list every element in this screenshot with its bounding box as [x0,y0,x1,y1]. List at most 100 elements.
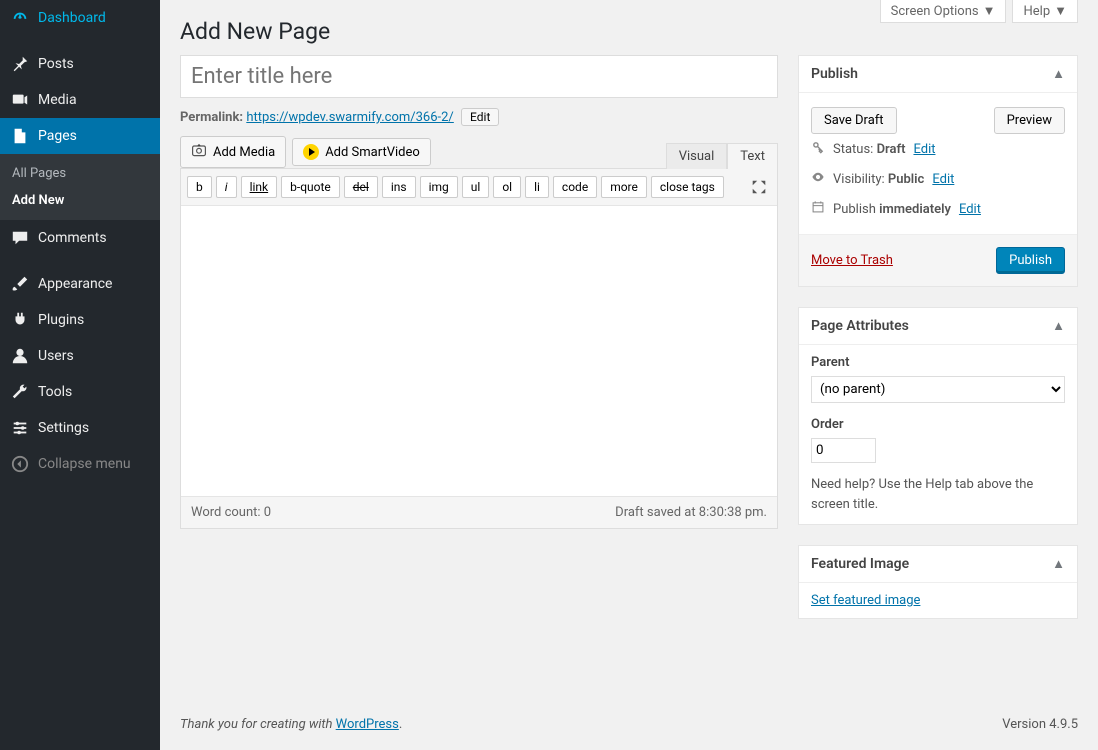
chevron-down-icon: ▼ [1054,4,1067,19]
admin-sidebar: Dashboard Posts Media Pages All Pages Ad… [0,0,160,750]
menu-users[interactable]: Users [0,338,160,374]
order-label: Order [811,417,1065,432]
toggle-panel-icon[interactable]: ▲ [1052,556,1065,572]
menu-settings[interactable]: Settings [0,410,160,446]
qt-closetags[interactable]: close tags [651,176,724,198]
edit-schedule-link[interactable]: Edit [959,202,981,217]
play-icon [303,144,319,160]
schedule-label: Publish immediately [833,202,951,217]
menu-comments[interactable]: Comments [0,220,160,256]
featured-title: Featured Image [811,556,909,572]
set-featured-image-link[interactable]: Set featured image [811,593,920,608]
screen-options-button[interactable]: Screen Options▼ [880,0,1007,23]
edit-status-link[interactable]: Edit [913,142,935,157]
publish-box: Publish ▲ Save Draft Preview Status: Dra… [798,55,1078,287]
menu-label: Posts [38,56,74,72]
wrench-icon [10,382,30,402]
status-label: Status: Draft [833,142,905,157]
save-notice: Draft saved at 8:30:38 pm. [615,505,767,520]
menu-plugins[interactable]: Plugins [0,302,160,338]
admin-footer: Thank you for creating with WordPress. V… [160,699,1098,750]
menu-label: Comments [38,230,107,246]
camera-icon [191,142,207,162]
pages-icon [10,126,30,146]
user-icon [10,346,30,366]
help-text: Need help? Use the Help tab above the sc… [811,475,1065,514]
collapse-icon [10,454,30,474]
text-tab[interactable]: Text [727,143,778,169]
parent-select[interactable]: (no parent) [811,376,1065,403]
collapse-label: Collapse menu [38,456,131,472]
collapse-menu[interactable]: Collapse menu [0,446,160,482]
qt-link[interactable]: link [241,176,278,198]
submenu-add-new[interactable]: Add New [0,187,160,214]
menu-media[interactable]: Media [0,82,160,118]
visual-tab[interactable]: Visual [666,143,728,169]
preview-button[interactable]: Preview [994,107,1065,134]
parent-label: Parent [811,355,1065,370]
add-smartvideo-button[interactable]: Add SmartVideo [292,138,431,166]
quicktags-toolbar: b i link b-quote del ins img ul ol li co… [181,169,777,206]
fullscreen-icon[interactable] [747,175,771,199]
qt-code[interactable]: code [553,176,597,198]
eye-icon [811,170,825,188]
order-input[interactable] [811,438,876,463]
toggle-panel-icon[interactable]: ▲ [1052,318,1065,334]
publish-title: Publish [811,66,858,82]
attributes-title: Page Attributes [811,318,909,334]
qt-italic[interactable]: i [216,176,237,198]
dashboard-icon [10,8,30,28]
menu-label: Media [38,92,77,108]
qt-ul[interactable]: ul [462,176,490,198]
pin-icon [10,54,30,74]
featured-image-box: Featured Image ▲ Set featured image [798,545,1078,619]
menu-label: Appearance [38,276,112,292]
qt-li[interactable]: li [525,176,549,198]
edit-visibility-link[interactable]: Edit [932,172,954,187]
word-count: Word count: 0 [191,505,271,520]
qt-more[interactable]: more [601,176,647,198]
save-draft-button[interactable]: Save Draft [811,107,897,134]
move-to-trash-link[interactable]: Move to Trash [811,253,893,268]
toggle-panel-icon[interactable]: ▲ [1052,66,1065,82]
qt-img[interactable]: img [420,176,458,198]
wordpress-link[interactable]: WordPress [336,717,399,732]
chevron-down-icon: ▼ [983,4,996,19]
calendar-icon [811,200,825,218]
title-input[interactable] [180,55,778,98]
menu-label: Settings [38,420,89,436]
permalink-label: Permalink: [180,110,243,125]
qt-bold[interactable]: b [187,176,212,198]
menu-tools[interactable]: Tools [0,374,160,410]
menu-label: Tools [38,384,72,400]
publish-button[interactable]: Publish [996,247,1065,274]
plug-icon [10,310,30,330]
menu-label: Pages [38,128,77,144]
qt-ins[interactable]: ins [382,176,416,198]
page-attributes-box: Page Attributes ▲ Parent (no parent) Ord… [798,307,1078,525]
menu-dashboard[interactable]: Dashboard [0,0,160,36]
visibility-label: Visibility: Public [833,172,924,187]
permalink-row: Permalink: https://wpdev.swarmify.com/36… [180,98,778,136]
version-text: Version 4.9.5 [1002,717,1078,732]
key-icon [811,140,825,158]
comments-icon [10,228,30,248]
qt-del[interactable]: del [344,176,378,198]
menu-pages[interactable]: Pages [0,118,160,154]
edit-permalink-button[interactable]: Edit [461,108,499,126]
submenu-all-pages[interactable]: All Pages [0,160,160,187]
menu-appearance[interactable]: Appearance [0,266,160,302]
qt-bquote[interactable]: b-quote [281,176,340,198]
menu-label: Dashboard [38,10,106,26]
sliders-icon [10,418,30,438]
media-icon [10,90,30,110]
qt-ol[interactable]: ol [493,176,521,198]
content-editor[interactable] [181,206,777,496]
menu-posts[interactable]: Posts [0,46,160,82]
brush-icon [10,274,30,294]
help-button[interactable]: Help▼ [1012,0,1078,23]
menu-label: Plugins [38,312,84,328]
menu-label: Users [38,348,74,364]
permalink-url[interactable]: https://wpdev.swarmify.com/366-2/ [246,110,454,125]
add-media-button[interactable]: Add Media [180,136,286,168]
